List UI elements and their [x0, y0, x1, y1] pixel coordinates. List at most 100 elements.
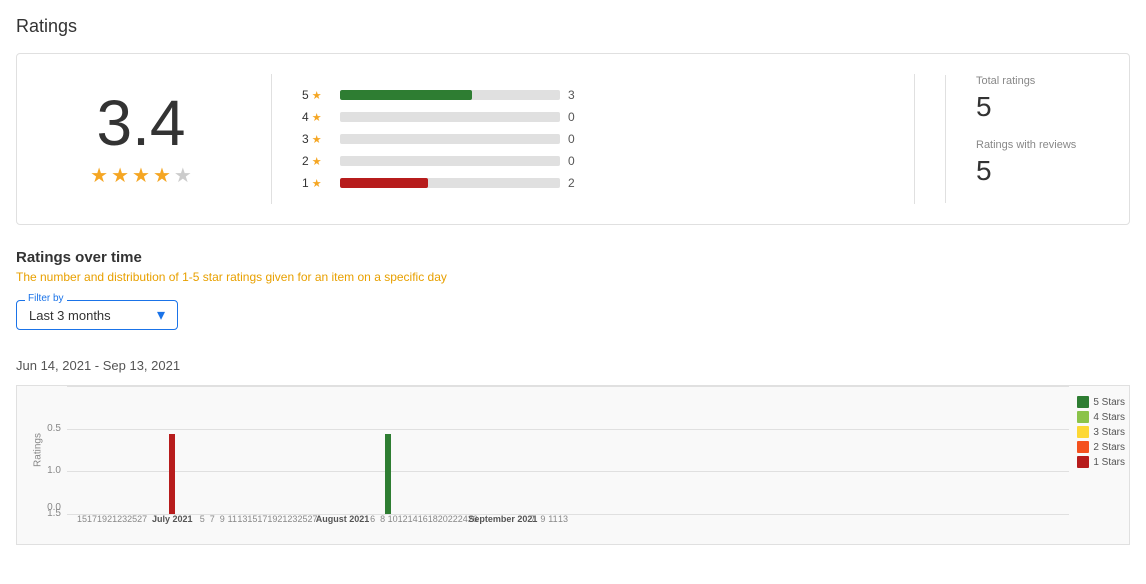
bar-count-1: 2	[568, 176, 588, 190]
chevron-down-icon: ▾	[157, 305, 165, 325]
star-5: ★	[174, 163, 192, 188]
x-label-29: 22	[448, 514, 458, 524]
legend-color-1	[1077, 411, 1089, 423]
star-3: ★	[132, 163, 150, 188]
bar-track-4	[340, 112, 560, 122]
filter-label: Filter by	[25, 293, 67, 304]
stars-row: ★ ★ ★ ★ ★	[90, 163, 192, 188]
x-label-0: 15	[77, 514, 87, 524]
bar-label-3: 3 ★	[302, 132, 332, 146]
bar-label-5: 5 ★	[302, 88, 332, 102]
bar-star-icon-2: ★	[312, 155, 322, 168]
bar-label-4: 4 ★	[302, 110, 332, 124]
x-label-22: 8	[380, 514, 385, 524]
x-label-18: 25	[297, 514, 307, 524]
legend-label-4: 1 Stars	[1093, 457, 1125, 468]
bar-number-5: 5	[302, 88, 309, 102]
x-label-8: 5	[200, 514, 205, 524]
legend-item-4: 1 Stars	[1077, 456, 1125, 468]
divider-vertical-2	[914, 74, 915, 204]
legend-item-2: 3 Stars	[1077, 426, 1125, 438]
bar-track-5	[340, 90, 560, 100]
filter-select[interactable]: Last monthLast 3 monthsLast 6 monthsLast…	[29, 308, 149, 323]
bar-number-4: 4	[302, 110, 309, 124]
x-label-14: 17	[257, 514, 267, 524]
ratings-reviews-block: Ratings with reviews 5	[976, 139, 1105, 187]
stats-section: Total ratings 5 Ratings with reviews 5	[945, 75, 1105, 203]
ratings-reviews-label: Ratings with reviews	[976, 139, 1105, 151]
x-label-20: August 2021	[316, 514, 370, 524]
legend-label-0: 5 Stars	[1093, 397, 1125, 408]
x-label-11: 11	[228, 514, 237, 524]
y-label-0.5: 0.5	[47, 423, 61, 434]
grid-line-3	[67, 386, 1069, 387]
overtime-subtitle: The number and distribution of 1-5 star …	[16, 270, 1130, 284]
x-label-12: 13	[237, 514, 247, 524]
bar-star-icon-1: ★	[312, 177, 322, 190]
bar-number-1: 1	[302, 176, 309, 190]
bar-track-3	[340, 134, 560, 144]
bar-label-2: 2 ★	[302, 154, 332, 168]
bar-label-1: 1 ★	[302, 176, 332, 190]
bar-fill-5	[340, 90, 472, 100]
x-label-32: September 2021	[468, 514, 537, 524]
x-label-6: 27	[137, 514, 147, 524]
legend-label-3: 2 Stars	[1093, 442, 1125, 453]
legend-label-1: 4 Stars	[1093, 412, 1125, 423]
bar-count-4: 0	[568, 110, 588, 124]
divider-vertical-1	[271, 74, 272, 204]
bar-row-4: 4 ★ 0	[302, 110, 884, 124]
bar-row-1: 1 ★ 2	[302, 176, 884, 190]
bar-count-5: 3	[568, 88, 588, 102]
overtime-section: Ratings over time The number and distrib…	[16, 249, 1130, 545]
star-2: ★	[111, 163, 129, 188]
x-label-25: 14	[408, 514, 418, 524]
bar-star-icon-3: ★	[312, 133, 322, 146]
x-label-10: 9	[220, 514, 225, 524]
total-ratings-label: Total ratings	[976, 75, 1105, 87]
total-ratings-block: Total ratings 5	[976, 75, 1105, 123]
x-label-34: 9	[540, 514, 545, 524]
x-label-9: 7	[210, 514, 215, 524]
x-label-33: 7	[530, 514, 535, 524]
x-label-17: 23	[287, 514, 297, 524]
legend-color-3	[1077, 441, 1089, 453]
x-label-16: 21	[277, 514, 287, 524]
bar-track-2	[340, 156, 560, 166]
legend-item-1: 4 Stars	[1077, 411, 1125, 423]
chart-container: Ratings1.51.00.50.0 5 Stars 4 Stars 3 St…	[16, 385, 1130, 545]
bar-number-2: 2	[302, 154, 309, 168]
x-label-27: 18	[428, 514, 438, 524]
bar-fill-1	[340, 178, 428, 188]
chart-bar-1	[385, 434, 391, 514]
bar-number-3: 3	[302, 132, 309, 146]
x-label-35: 11	[548, 514, 557, 524]
legend-color-4	[1077, 456, 1089, 468]
x-label-28: 20	[438, 514, 448, 524]
bars-wrapper	[67, 394, 1069, 514]
bars-section: 5 ★ 3 4 ★ 0 3 ★ 0 2 ★ 0	[302, 88, 884, 190]
bar-row-5: 5 ★ 3	[302, 88, 884, 102]
legend-color-0	[1077, 396, 1089, 408]
x-label-2: 19	[97, 514, 107, 524]
bar-star-icon-4: ★	[312, 111, 322, 124]
filter-box[interactable]: Filter by Last monthLast 3 monthsLast 6 …	[16, 300, 178, 330]
x-label-21: 6	[370, 514, 375, 524]
y-axis: Ratings1.51.00.50.0	[17, 386, 67, 514]
star-1: ★	[90, 163, 108, 188]
x-label-30: 24	[458, 514, 468, 524]
star-4: ★	[153, 163, 171, 188]
ratings-reviews-value: 5	[976, 155, 1105, 187]
ratings-summary-card: 3.4 ★ ★ ★ ★ ★ 5 ★ 3 4 ★ 0 3 ★	[16, 53, 1130, 225]
x-label-26: 16	[418, 514, 428, 524]
big-score-section: 3.4 ★ ★ ★ ★ ★	[41, 91, 241, 188]
x-label-7: July 2021	[152, 514, 193, 524]
x-label-15: 19	[267, 514, 277, 524]
date-range: Jun 14, 2021 - Sep 13, 2021	[16, 358, 1130, 373]
bar-star-icon-5: ★	[312, 89, 322, 102]
total-ratings-value: 5	[976, 91, 1105, 123]
overtime-title: Ratings over time	[16, 249, 1130, 266]
x-label-1: 17	[87, 514, 97, 524]
x-label-5: 25	[127, 514, 137, 524]
x-label-13: 15	[247, 514, 257, 524]
